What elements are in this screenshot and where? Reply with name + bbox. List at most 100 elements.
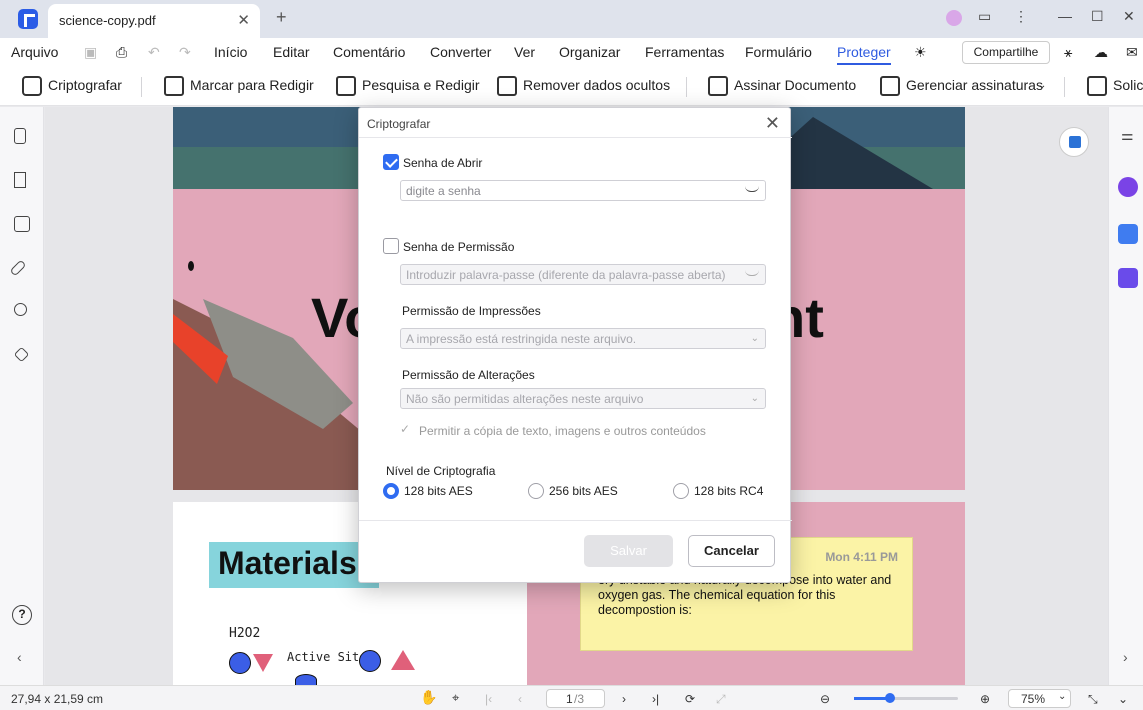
permission-password-checkbox[interactable]: [383, 238, 399, 254]
message-icon[interactable]: ▭: [978, 8, 991, 25]
current-page: 1: [566, 692, 573, 706]
menu-organizar[interactable]: Organizar: [559, 44, 620, 60]
collapse-status-icon[interactable]: ⌄: [1118, 692, 1128, 706]
permission-password-input[interactable]: Introduzir palavra-passe (diferente da p…: [400, 264, 766, 285]
copy-allow-checkbox[interactable]: ✓: [400, 422, 410, 436]
save-icon[interactable]: ▣: [84, 44, 97, 61]
sign-document-button[interactable]: Assinar Documento: [734, 77, 856, 93]
menu-ver[interactable]: Ver: [514, 44, 535, 60]
remove-hidden-icon: [497, 76, 517, 96]
redo-icon[interactable]: ↷: [179, 44, 191, 61]
lightbulb-icon[interactable]: ☀: [914, 44, 927, 61]
rotate-icon[interactable]: ⟳: [685, 692, 695, 706]
network-icon[interactable]: ⚹: [1064, 44, 1072, 61]
dialog-footer-divider: [359, 520, 792, 521]
maximize-icon[interactable]: ☐: [1091, 8, 1104, 25]
print-icon[interactable]: ⎙: [116, 44, 127, 61]
eye-hidden-icon[interactable]: [745, 186, 759, 192]
print-permission-select[interactable]: A impressão está restringida neste arqui…: [400, 328, 766, 349]
menu-proteger[interactable]: Proteger: [837, 44, 891, 65]
share-button[interactable]: Compartilhe: [962, 41, 1050, 64]
prev-page-icon[interactable]: ‹: [518, 692, 522, 706]
open-password-input[interactable]: digite a senha: [400, 180, 766, 201]
zoom-in-icon[interactable]: ⊕: [980, 692, 990, 706]
translate-ai-icon[interactable]: [1118, 224, 1138, 244]
menu-converter[interactable]: Converter: [430, 44, 491, 60]
minimize-icon[interactable]: —: [1058, 8, 1072, 24]
avatar[interactable]: [946, 10, 962, 26]
permission-password-label: Senha de Permissão: [403, 240, 515, 254]
manage-signatures-button[interactable]: Gerenciar assinaturas: [906, 77, 1043, 93]
menu-comentario[interactable]: Comentário: [333, 44, 405, 60]
first-page-icon[interactable]: |‹: [485, 692, 492, 706]
attachment-icon[interactable]: [9, 259, 27, 277]
menu-editar[interactable]: Editar: [273, 44, 310, 60]
close-window-icon[interactable]: ✕: [1123, 8, 1135, 25]
last-page-icon[interactable]: ›|: [652, 692, 659, 706]
help-icon[interactable]: ?: [12, 605, 32, 625]
zoom-slider[interactable]: [854, 693, 958, 703]
cloud-upload-icon[interactable]: ☁: [1094, 44, 1108, 61]
close-icon[interactable]: ✕: [765, 113, 780, 134]
chevron-down-icon: ⌄: [1058, 691, 1067, 702]
collapse-right-icon[interactable]: ›: [1123, 649, 1128, 665]
bookmark-icon[interactable]: [14, 172, 26, 188]
decor-dot: [188, 261, 194, 271]
comment-icon[interactable]: [14, 216, 30, 232]
new-tab-icon[interactable]: +: [276, 7, 287, 28]
page-input[interactable]: 1 /3: [546, 689, 605, 708]
change-permission-select[interactable]: Não são permitidas alterações neste arqu…: [400, 388, 766, 409]
encryption-level-label: Nível de Criptografia: [386, 464, 496, 478]
title-bar: science-copy.pdf ✕ + ▭ ⋮ — ☐ ✕: [0, 0, 1143, 38]
protect-ribbon: Criptografar Marcar para Redigir Pesquis…: [0, 68, 1143, 106]
hand-tool-icon[interactable]: ✋: [420, 689, 437, 706]
menu-arquivo[interactable]: Arquivo: [11, 44, 58, 60]
close-tab-icon[interactable]: ✕: [237, 11, 250, 29]
search-redact-button[interactable]: Pesquisa e Redigir: [362, 77, 480, 93]
remove-hidden-button[interactable]: Remover dados ocultos: [523, 77, 670, 93]
radio-256-aes[interactable]: [528, 483, 544, 499]
chevron-down-icon[interactable]: ⌄: [1038, 80, 1046, 91]
menu-bar: Arquivo ▣ ⎙ ↶ ↷ Início Editar Comentário…: [0, 38, 1143, 68]
search-icon[interactable]: [14, 303, 27, 316]
collapse-left-icon[interactable]: ‹: [17, 649, 22, 665]
zoom-level: 75%: [1021, 692, 1046, 706]
next-page-icon[interactable]: ›: [622, 692, 626, 706]
right-sidebar: ⚌ ›: [1108, 107, 1143, 685]
undo-icon[interactable]: ↶: [148, 44, 160, 61]
open-password-checkbox[interactable]: [383, 154, 399, 170]
mark-redact-button[interactable]: Marcar para Redigir: [190, 77, 314, 93]
save-button[interactable]: Salvar: [584, 535, 673, 567]
molecule-circle: [295, 674, 317, 685]
sign-icon: [708, 76, 728, 96]
translate-icon[interactable]: [1059, 127, 1089, 157]
radio-128-aes[interactable]: [383, 483, 399, 499]
app-logo-icon: [18, 9, 38, 29]
menu-ferramentas[interactable]: Ferramentas: [645, 44, 724, 60]
active-site-label: Active Site: [287, 650, 367, 664]
zoom-out-icon[interactable]: ⊖: [820, 692, 830, 706]
chevron-down-icon: ⌄: [750, 333, 759, 344]
page-icon[interactable]: [14, 128, 26, 144]
properties-icon[interactable]: ⚌: [1121, 127, 1134, 144]
mail-icon[interactable]: ✉: [1126, 44, 1138, 61]
fullscreen-icon[interactable]: ⤡: [1088, 692, 1098, 707]
print-permission-value: A impressão está restringida neste arqui…: [406, 332, 637, 346]
request-sign-button[interactable]: Solic: [1113, 77, 1143, 93]
menu-formulario[interactable]: Formulário: [745, 44, 812, 60]
chevron-down-icon: ⌄: [750, 393, 759, 404]
zoom-select[interactable]: 75% ⌄: [1008, 689, 1071, 708]
layers-icon[interactable]: [13, 346, 30, 363]
select-tool-icon[interactable]: ⌖: [452, 690, 459, 706]
eye-hidden-icon[interactable]: [745, 270, 759, 276]
menu-inicio[interactable]: Início: [214, 44, 247, 60]
sticky-timestamp: Mon 4:11 PM: [825, 550, 898, 564]
encrypt-button[interactable]: Criptografar: [48, 77, 122, 93]
fit-icon[interactable]: ⤢: [716, 692, 726, 707]
cancel-button[interactable]: Cancelar: [688, 535, 775, 567]
ai-assistant-icon[interactable]: [1118, 177, 1138, 197]
more-icon[interactable]: ⋮: [1014, 8, 1028, 25]
check-icon[interactable]: [1118, 268, 1138, 288]
document-tab[interactable]: science-copy.pdf ✕: [48, 4, 260, 38]
radio-128-rc4[interactable]: [673, 483, 689, 499]
